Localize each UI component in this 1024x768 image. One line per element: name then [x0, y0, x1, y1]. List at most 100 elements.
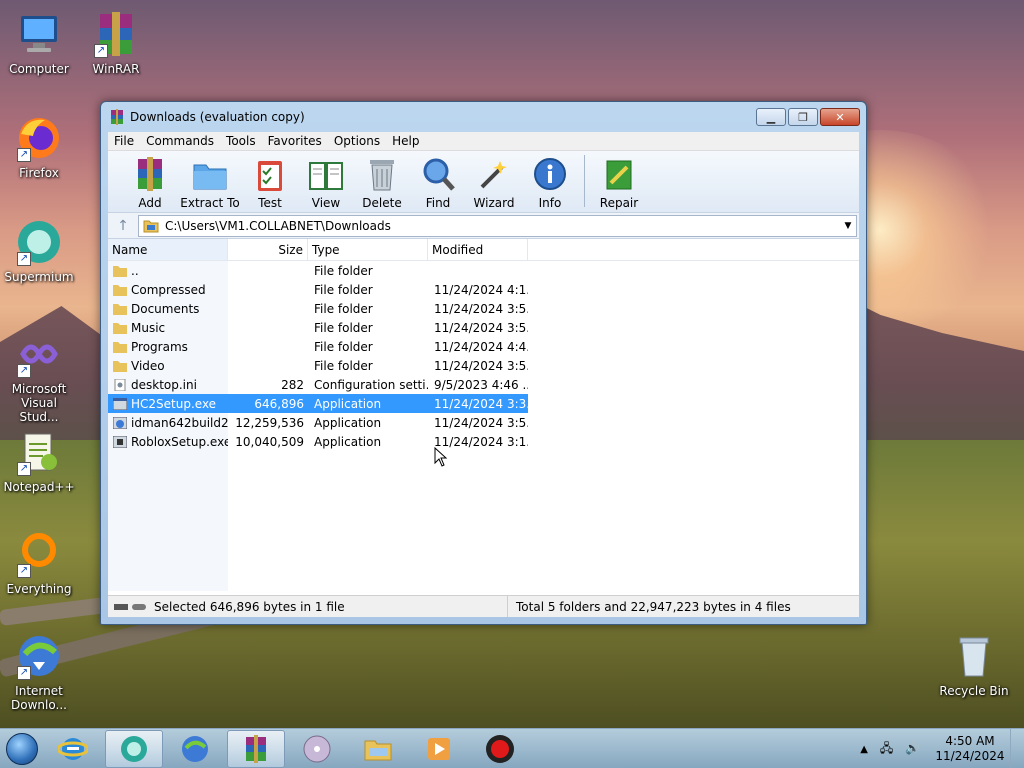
test-button[interactable]: Test: [242, 151, 298, 210]
file-row-programs[interactable]: Programs File folder 11/24/2024 4:4...: [108, 337, 859, 356]
info-button[interactable]: Info: [522, 151, 578, 210]
column-modified[interactable]: Modified: [428, 239, 528, 260]
maximize-button[interactable]: ❐: [788, 108, 818, 126]
record-icon: [486, 734, 514, 763]
desktop-icon-supermium[interactable]: ↗ Supermium: [1, 218, 77, 284]
add-archive-icon: [138, 157, 162, 191]
desktop-icon-recycle-bin[interactable]: Recycle Bin: [936, 632, 1012, 698]
drive-icon: [114, 603, 146, 610]
volume-icon[interactable]: 🔊: [905, 741, 920, 755]
column-size[interactable]: Size: [228, 239, 308, 260]
start-button[interactable]: [0, 729, 44, 768]
window-client: File Commands Tools Favorites Options He…: [108, 132, 859, 617]
taskbar-supermium[interactable]: [105, 729, 163, 768]
menu-favorites[interactable]: Favorites: [262, 132, 328, 150]
taskbar-internet-explorer[interactable]: [44, 730, 102, 768]
idm-icon: [182, 735, 208, 762]
wizard-button[interactable]: Wizard: [466, 151, 522, 210]
file-row-idman[interactable]: idman642build2... 12,259,536 Application…: [108, 413, 859, 432]
close-button[interactable]: ✕: [820, 108, 860, 126]
folder-icon: [113, 341, 127, 353]
clock[interactable]: 4:50 AM 11/24/2024: [930, 734, 1010, 764]
menu-tools[interactable]: Tools: [220, 132, 262, 150]
title-bar[interactable]: Downloads (evaluation copy) ▁ ❐ ✕: [101, 102, 866, 132]
winrar-window[interactable]: Downloads (evaluation copy) ▁ ❐ ✕ File C…: [100, 101, 867, 625]
view-button[interactable]: View: [298, 151, 354, 210]
firefox-icon: ↗: [15, 114, 63, 162]
media-player-icon: [428, 737, 450, 760]
idm-icon: ↗: [15, 632, 63, 680]
taskbar-explorer[interactable]: [349, 730, 407, 768]
desktop-icon-notepadpp[interactable]: ↗ Notepad++: [1, 428, 77, 494]
taskbar-winrar[interactable]: [227, 729, 285, 768]
dvd-icon: [303, 735, 331, 762]
taskbar-dvd[interactable]: [288, 730, 346, 768]
desktop-icon-visual-studio[interactable]: ↗ Microsoft Visual Stud...: [1, 330, 77, 424]
status-total: Total 5 folders and 22,947,223 bytes in …: [516, 599, 791, 614]
delete-button[interactable]: Delete: [354, 151, 410, 210]
wand-icon: [480, 161, 507, 189]
desktop-icon-computer[interactable]: Computer: [1, 10, 77, 76]
file-row-robloxsetup[interactable]: RobloxSetup.exe 10,040,509 Application 1…: [108, 432, 859, 451]
desktop-icon-idm[interactable]: ↗ Internet Downlo...: [1, 632, 77, 712]
folder-icon: [113, 360, 127, 372]
up-folder-button[interactable]: ↑: [108, 218, 138, 234]
taskbar: ▲ 🖧 🔊 4:50 AM 11/24/2024: [0, 728, 1024, 768]
menu-help[interactable]: Help: [386, 132, 425, 150]
window-title: Downloads (evaluation copy): [130, 110, 305, 124]
taskbar-idm[interactable]: [166, 730, 224, 768]
internet-explorer-icon: [58, 737, 88, 760]
desktop-icon-everything[interactable]: ↗ Everything: [1, 530, 77, 596]
windows-logo-icon: [6, 732, 38, 765]
desktop-icon-winrar[interactable]: ↗ WinRAR: [78, 10, 154, 76]
menu-file[interactable]: File: [108, 132, 140, 150]
file-row-parent[interactable]: .. File folder: [108, 261, 859, 280]
application-icon: [113, 435, 127, 448]
clock-date: 11/24/2024: [935, 749, 1005, 763]
network-icon[interactable]: 🖧: [880, 741, 893, 755]
chevron-up-icon[interactable]: ▲: [860, 744, 868, 755]
toolbar-separator: [584, 155, 585, 207]
column-name[interactable]: Name: [108, 239, 228, 260]
taskbar-recorder[interactable]: [471, 730, 529, 768]
file-list[interactable]: .. File folder Compressed File folder 11…: [108, 261, 859, 591]
repair-button[interactable]: Repair: [591, 151, 647, 210]
menu-commands[interactable]: Commands: [140, 132, 220, 150]
winrar-icon: [111, 109, 123, 125]
application-icon: [113, 416, 127, 429]
file-row-hc2setup[interactable]: HC2Setup.exe 646,896 Application 11/24/2…: [108, 394, 528, 413]
column-type[interactable]: Type: [308, 239, 428, 260]
extract-to-button[interactable]: Extract To: [178, 151, 242, 210]
test-clipboard-icon: [258, 161, 282, 191]
application-icon: [113, 397, 127, 410]
supermium-icon: ↗: [15, 218, 63, 266]
extract-folder-icon: [193, 164, 227, 190]
path-combobox[interactable]: C:\Users\VM1.COLLABNET\Downloads ▼: [138, 214, 857, 237]
folder-icon: [113, 303, 127, 315]
folder-icon: [113, 322, 127, 334]
taskbar-media-player[interactable]: [410, 730, 468, 768]
chevron-down-icon[interactable]: ▼: [840, 221, 856, 231]
notepadpp-icon: ↗: [15, 428, 63, 476]
supermium-icon: [121, 735, 147, 762]
add-button[interactable]: Add: [122, 151, 178, 210]
file-row-video[interactable]: Video File folder 11/24/2024 3:5...: [108, 356, 859, 375]
settings-file-icon: [114, 378, 126, 391]
minimize-button[interactable]: ▁: [756, 108, 786, 126]
file-row-documents[interactable]: Documents File folder 11/24/2024 3:5...: [108, 299, 859, 318]
file-row-compressed[interactable]: Compressed File folder 11/24/2024 4:1...: [108, 280, 859, 299]
file-row-music[interactable]: Music File folder 11/24/2024 3:5...: [108, 318, 859, 337]
recycle-bin-icon: [950, 632, 998, 680]
folder-icon: [113, 284, 127, 296]
trash-icon: [370, 160, 394, 191]
minimize-icon: ▁: [766, 110, 776, 124]
vscode-icon: ↗: [15, 330, 63, 378]
desktop-icon-firefox[interactable]: ↗ Firefox: [1, 114, 77, 180]
magnifier-icon: [423, 158, 455, 191]
menu-bar: File Commands Tools Favorites Options He…: [108, 132, 859, 151]
explorer-icon: [364, 740, 392, 760]
file-row-desktop-ini[interactable]: desktop.ini 282 Configuration setti... 9…: [108, 375, 859, 394]
find-button[interactable]: Find: [410, 151, 466, 210]
show-desktop-button[interactable]: [1010, 729, 1024, 768]
menu-options[interactable]: Options: [328, 132, 386, 150]
